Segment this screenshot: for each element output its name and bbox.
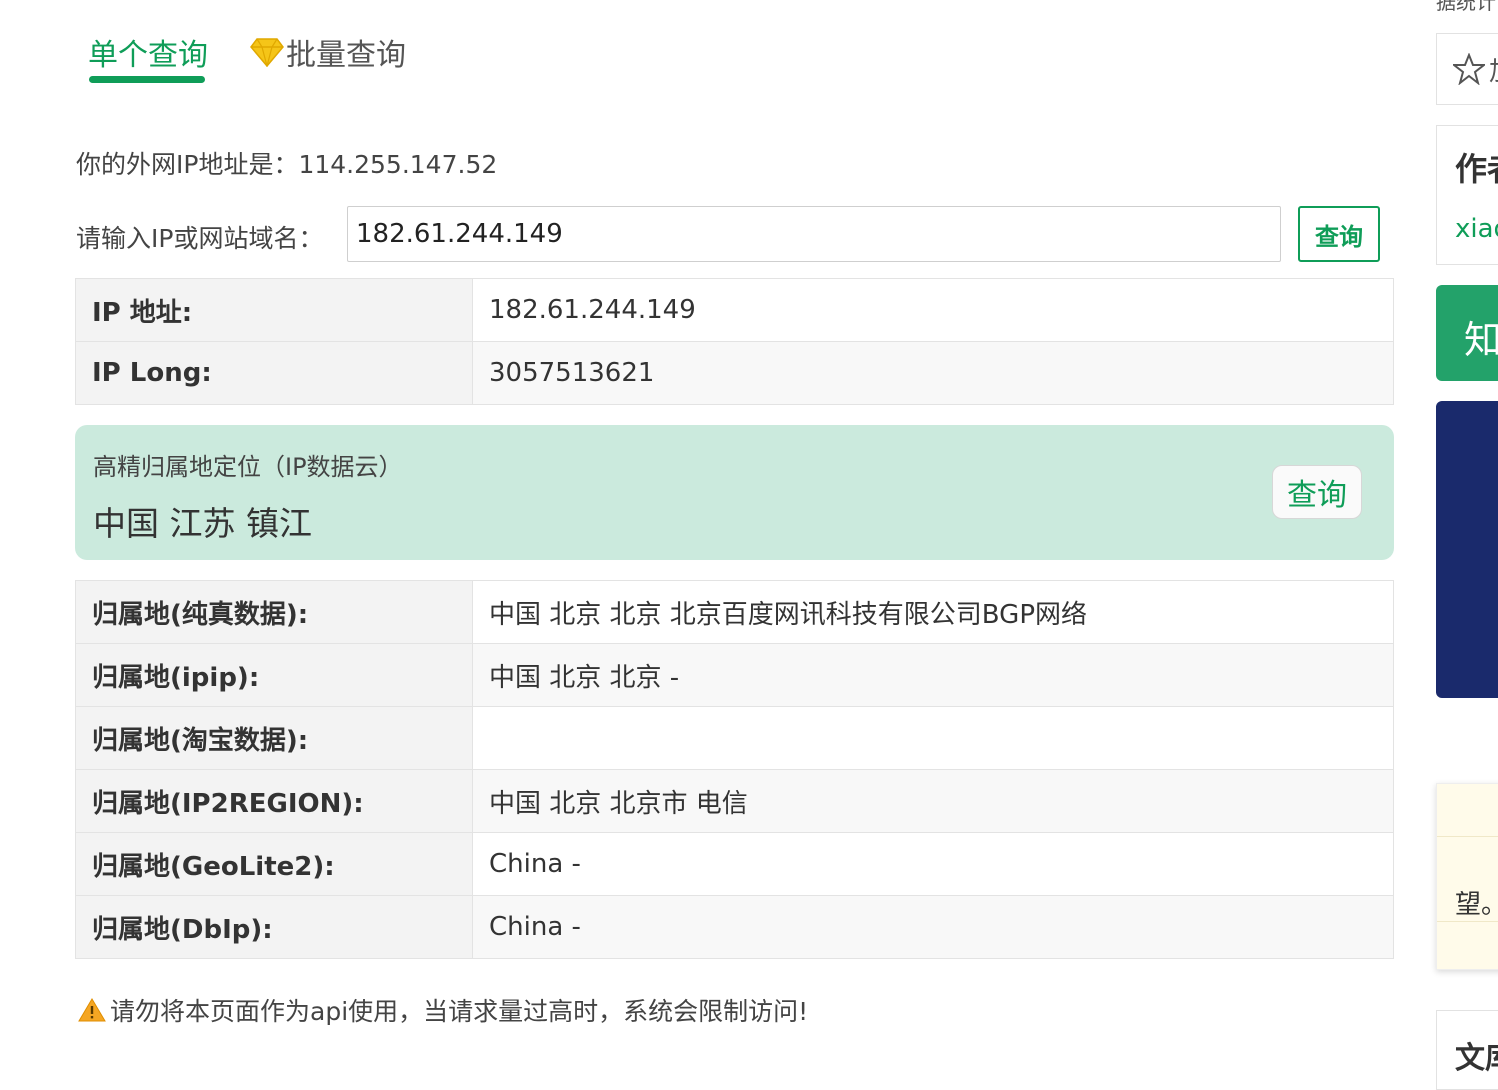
- author-heading: 作者: [1455, 150, 1498, 188]
- warning-text: 请勿将本页面作为api使用，当请求量过高时，系统会限制访问!: [110, 997, 809, 1026]
- row-value: 中国 北京 北京 北京百度网讯科技有限公司BGP网络: [472, 580, 1394, 644]
- precise-location-panel: 高精归属地定位（IP数据云） 中国 江苏 镇江 查询: [75, 425, 1394, 560]
- diamond-icon: [250, 38, 284, 67]
- doc-library-heading: 文库: [1455, 1041, 1498, 1076]
- row-key: 归属地(纯真数据):: [75, 580, 473, 644]
- row-key: 归属地(ipip):: [75, 643, 473, 707]
- my-ip-label: 你的外网IP地址是：: [76, 150, 299, 179]
- row-key: 归属地(DbIp):: [75, 895, 473, 959]
- table-row: 归属地(IP2REGION): 中国 北京 北京市 电信: [75, 769, 1394, 833]
- geo-query-button[interactable]: 查询: [1272, 465, 1362, 519]
- basic-info-table: IP 地址: 182.61.244.149 IP Long: 305751362…: [75, 278, 1394, 405]
- table-row: 归属地(DbIp): China -: [75, 895, 1394, 959]
- my-ip-line: 你的外网IP地址是：114.255.147.52: [76, 145, 497, 181]
- doc-library-card: 文库: [1436, 1010, 1498, 1090]
- row-value: 中国 北京 北京 -: [472, 643, 1394, 707]
- tab-batch-label: 批量查询: [286, 38, 406, 73]
- navy-ad-block[interactable]: [1436, 401, 1498, 698]
- row-key: 归属地(IP2REGION):: [75, 769, 473, 833]
- row-value: 3057513621: [472, 341, 1394, 405]
- sidebar-top-text: 据统计: [1436, 0, 1496, 14]
- geo-title: 高精归属地定位（IP数据云）: [93, 453, 403, 481]
- note-divider: [1437, 836, 1498, 837]
- row-value: 中国 北京 北京市 电信: [472, 769, 1394, 833]
- query-label: 请输入IP或网站域名：: [76, 224, 324, 253]
- table-row: 归属地(ipip): 中国 北京 北京 -: [75, 643, 1394, 707]
- row-key: 归属地(淘宝数据):: [75, 706, 473, 770]
- favorite-label: 加: [1489, 51, 1498, 88]
- table-row: 归属地(纯真数据): 中国 北京 北京 北京百度网讯科技有限公司BGP网络: [75, 580, 1394, 644]
- api-warning: 请勿将本页面作为api使用，当请求量过高时，系统会限制访问!: [78, 992, 808, 1028]
- tab-single-query[interactable]: 单个查询: [88, 30, 208, 74]
- favorite-button[interactable]: 加: [1436, 33, 1498, 105]
- warning-icon: [78, 998, 106, 1022]
- author-name-link[interactable]: xiao: [1455, 214, 1498, 244]
- green-promo-block[interactable]: 知: [1436, 285, 1498, 381]
- table-row: 归属地(淘宝数据):: [75, 706, 1394, 770]
- note-card: 望。: [1436, 783, 1498, 970]
- star-icon: [1453, 53, 1485, 85]
- green-promo-text: 知: [1464, 318, 1498, 362]
- row-value: [472, 706, 1394, 770]
- region-info-table: 归属地(纯真数据): 中国 北京 北京 北京百度网讯科技有限公司BGP网络 归属…: [75, 580, 1394, 959]
- row-value: China -: [472, 895, 1394, 959]
- table-row: IP Long: 3057513621: [75, 341, 1394, 405]
- row-key: 归属地(GeoLite2):: [75, 832, 473, 896]
- row-key: IP Long:: [75, 341, 473, 405]
- row-value: 182.61.244.149: [472, 278, 1394, 342]
- table-row: IP 地址: 182.61.244.149: [75, 278, 1394, 342]
- tab-active-indicator: [89, 76, 205, 83]
- tab-batch-query[interactable]: 批量查询: [250, 30, 406, 74]
- ip-search-input[interactable]: [347, 206, 1281, 262]
- query-button[interactable]: 查询: [1298, 206, 1380, 262]
- note-text: 望。: [1455, 890, 1498, 920]
- my-ip-value: 114.255.147.52: [298, 150, 498, 179]
- table-row: 归属地(GeoLite2): China -: [75, 832, 1394, 896]
- row-key: IP 地址:: [75, 278, 473, 342]
- geo-location: 中国 江苏 镇江: [93, 504, 312, 543]
- note-divider: [1437, 921, 1498, 922]
- author-card: 作者 xiao: [1436, 125, 1498, 265]
- row-value: China -: [472, 832, 1394, 896]
